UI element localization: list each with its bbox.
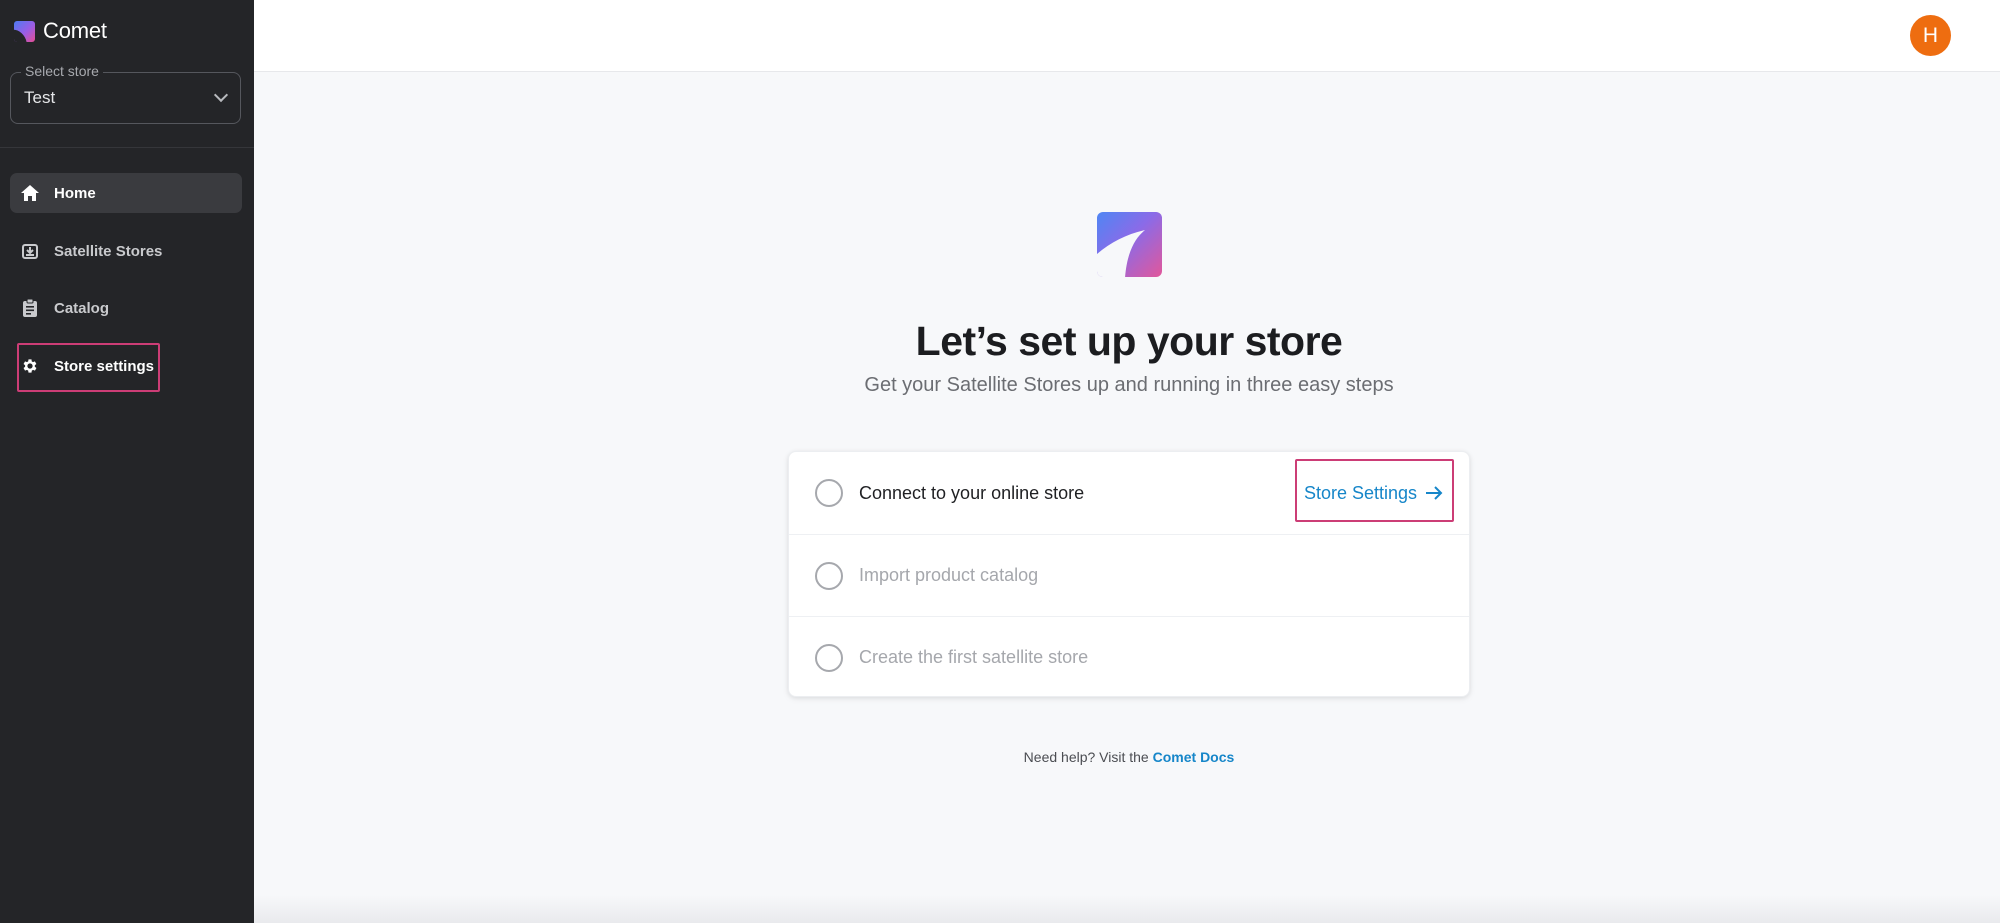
arrow-right-icon [1426, 486, 1443, 500]
setup-steps-card: Connect to your online store Store Setti… [788, 451, 1470, 697]
sidebar: Comet Select store Test Home Satellite S… [0, 0, 254, 923]
brand[interactable]: Comet [14, 18, 107, 44]
step-label: Create the first satellite store [859, 647, 1089, 667]
step-status-circle-icon [815, 561, 843, 590]
clipboard-icon [20, 298, 40, 318]
step-status-circle-icon [815, 479, 843, 507]
sidebar-item-label: Satellite Stores [54, 242, 163, 260]
store-select-value: Test [24, 88, 56, 107]
help-prefix: Need help? Visit the [1023, 749, 1149, 765]
sidebar-item-satellite-stores[interactable]: Satellite Stores [10, 231, 242, 271]
step-status-circle-icon [815, 643, 843, 672]
top-bar: H [254, 0, 2000, 72]
comet-hero-logo-icon [1097, 212, 1162, 277]
setup-step: Create the first satellite store [789, 616, 1469, 698]
sidebar-item-label: Catalog [54, 299, 110, 317]
step-label: Connect to your online store [859, 482, 1085, 503]
sidebar-item-home[interactable]: Home [10, 173, 242, 213]
satellite-store-icon [20, 241, 40, 261]
setup-step: Connect to your online store Store Setti… [789, 452, 1469, 534]
page-title: Let’s set up your store [915, 318, 1343, 364]
store-settings-link-label: Store Settings [1303, 482, 1417, 503]
help-text: Need help? Visit the Comet Docs [0, 749, 2000, 765]
sidebar-item-label: Home [54, 184, 96, 202]
sidebar-divider [0, 147, 254, 148]
step-label: Import product catalog [859, 565, 1039, 585]
store-settings-link[interactable]: Store Settings [1304, 483, 1443, 504]
comet-logo-icon [14, 20, 35, 42]
brand-name: Comet [43, 18, 107, 43]
home-icon [20, 183, 40, 203]
bottom-fade [254, 895, 2000, 923]
comet-docs-link[interactable]: Comet Docs [1153, 749, 1235, 765]
setup-step: Import product catalog [789, 534, 1469, 616]
store-select-label: Select store [21, 63, 103, 79]
store-select[interactable]: Select store Test [10, 63, 241, 124]
page-subtitle: Get your Satellite Stores up and running… [864, 374, 1394, 396]
chevron-down-icon [213, 87, 229, 103]
avatar[interactable]: H [1910, 15, 1951, 56]
